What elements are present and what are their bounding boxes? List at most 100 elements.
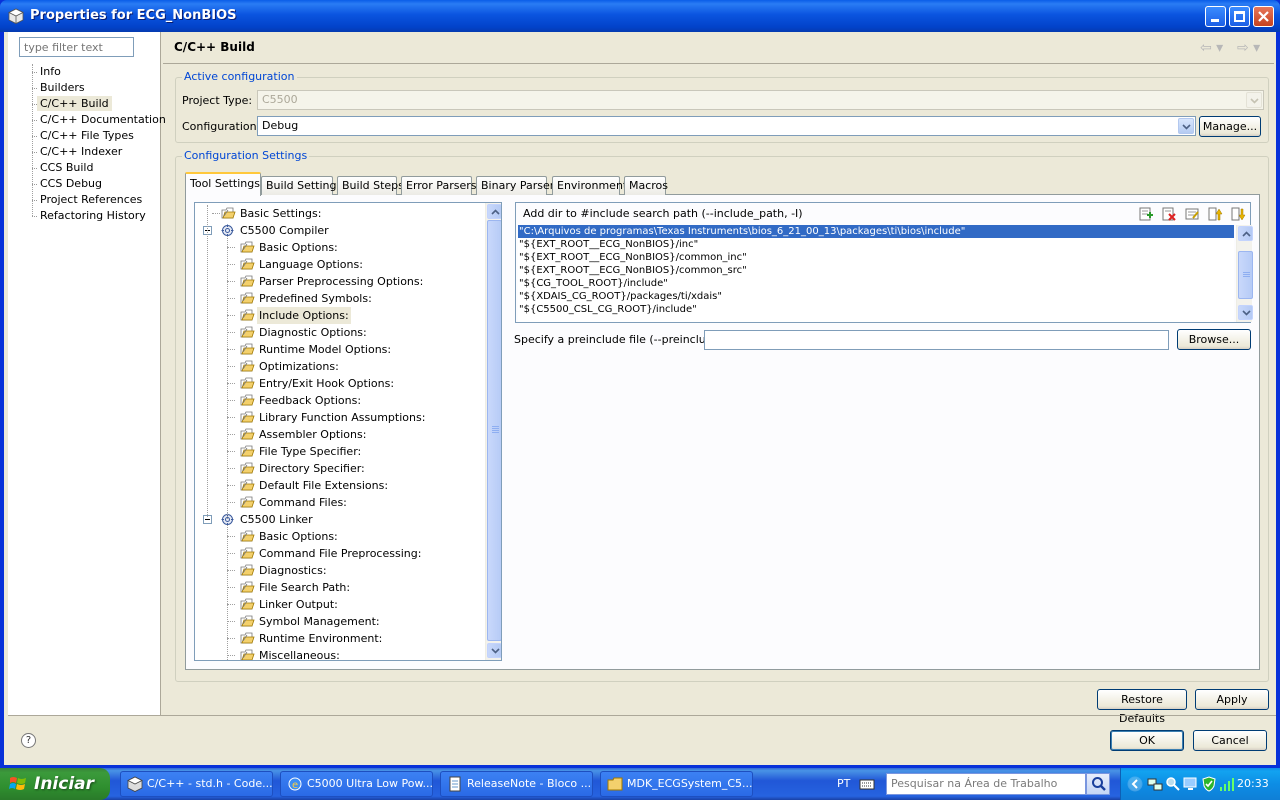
keyboard-icon[interactable] — [859, 777, 875, 791]
include-list-scrollbar[interactable] — [1236, 225, 1253, 322]
taskbar-button[interactable]: ReleaseNote - Bloco ... — [440, 771, 593, 797]
tree-item-linker-option[interactable]: Basic Options: — [195, 528, 483, 545]
tree-item-compiler-option[interactable]: Feedback Options: — [195, 392, 483, 409]
tree-item-compiler-option[interactable]: File Type Specifier: — [195, 443, 483, 460]
tree-connector — [212, 213, 220, 214]
tree-item-label: Basic Settings: — [240, 207, 322, 220]
taskbar-button[interactable]: e C5000 Ultra Low Pow... — [280, 771, 433, 797]
nav-item[interactable]: Project References — [37, 192, 145, 207]
tree-item-compiler-option[interactable]: Library Function Assumptions: — [195, 409, 483, 426]
include-path-item[interactable]: "${EXT_ROOT__ECG_NonBIOS}/common_inc" — [518, 251, 1234, 264]
tab-macros[interactable]: Macros — [624, 176, 668, 195]
browse-button[interactable]: Browse... — [1177, 329, 1251, 350]
restore-defaults-button[interactable]: Restore Defaults — [1097, 689, 1187, 725]
preinclude-input[interactable] — [704, 330, 1169, 350]
forward-arrow-icon[interactable]: ⇨ ▾ — [1237, 40, 1260, 56]
tree-item-compiler[interactable]: C5500 Compiler — [195, 222, 483, 239]
scroll-up-button[interactable] — [487, 204, 501, 219]
scroll-thumb[interactable] — [487, 220, 501, 641]
include-path-list[interactable]: "C:\Arquivos de programas\Texas Instrume… — [518, 225, 1234, 322]
move-up-icon[interactable] — [1207, 206, 1223, 222]
maximize-button[interactable] — [1229, 6, 1250, 27]
tree-item-compiler-option[interactable]: Command Files: — [195, 494, 483, 511]
nav-item[interactable]: C/C++ File Types — [37, 128, 137, 143]
nav-item[interactable]: CCS Debug — [37, 176, 105, 191]
nav-item[interactable]: Builders — [37, 80, 88, 95]
desktop-search-input[interactable]: Pesquisar na Área de Trabalho — [886, 773, 1086, 795]
manage-button[interactable]: Manage... — [1199, 116, 1261, 137]
tree-item-linker-option[interactable]: Diagnostics: — [195, 562, 483, 579]
language-indicator[interactable]: PT — [837, 777, 850, 790]
display-icon[interactable] — [1183, 776, 1199, 792]
tree-item-compiler-option[interactable]: Runtime Model Options: — [195, 341, 483, 358]
tree-item-linker[interactable]: C5500 Linker — [195, 511, 483, 528]
scroll-down-button[interactable] — [487, 643, 501, 658]
tab-binary-parser[interactable]: Binary Parser — [476, 176, 554, 195]
tab-tool-settings[interactable]: Tool Settings — [185, 172, 261, 196]
tree-item-linker-option[interactable]: File Search Path: — [195, 579, 483, 596]
tree-item-compiler-option[interactable]: Basic Options: — [195, 239, 483, 256]
signal-icon[interactable] — [1219, 776, 1235, 792]
tab-environment[interactable]: Environment — [552, 176, 627, 195]
search-button[interactable] — [1086, 773, 1110, 795]
include-path-item[interactable]: "${CG_TOOL_ROOT}/include" — [518, 277, 1234, 290]
taskbar-button[interactable]: MDK_ECGSystem_C5... — [600, 771, 753, 797]
tree-item-compiler-option[interactable]: Include Options: — [195, 307, 483, 324]
move-down-icon[interactable] — [1230, 206, 1246, 222]
configuration-combo[interactable]: Debug — [257, 116, 1196, 136]
tab-error-parsers[interactable]: Error Parsers — [401, 176, 476, 195]
include-path-item[interactable]: "${XDAIS_CG_ROOT}/packages/ti/xdais" — [518, 290, 1234, 303]
help-icon[interactable]: ? — [21, 733, 36, 748]
tree-item-compiler-option[interactable]: Predefined Symbols: — [195, 290, 483, 307]
tab-build-steps[interactable]: Build Steps — [337, 176, 404, 195]
nav-item[interactable]: C/C++ Documentation — [37, 112, 169, 127]
apply-button[interactable]: Apply — [1195, 689, 1269, 710]
scroll-down-button[interactable] — [1238, 305, 1253, 320]
tree-item-compiler-option[interactable]: Assembler Options: — [195, 426, 483, 443]
back-arrow-icon[interactable]: ⇦ ▾ — [1200, 40, 1223, 56]
tree-item-basic-settings[interactable]: Basic Settings: — [195, 205, 483, 222]
filter-input[interactable] — [19, 37, 134, 57]
nav-item[interactable]: Refactoring History — [37, 208, 149, 223]
nav-item[interactable]: Info — [37, 64, 64, 79]
search-tray-icon[interactable] — [1165, 776, 1181, 792]
title-bar[interactable]: Properties for ECG_NonBIOS — [0, 0, 1280, 32]
delete-icon[interactable] — [1161, 206, 1177, 222]
edit-icon[interactable] — [1184, 206, 1200, 222]
nav-item[interactable]: CCS Build — [37, 160, 96, 175]
taskbar-button[interactable]: C/C++ - std.h - Code... — [120, 771, 273, 797]
tree-item-linker-option[interactable]: Symbol Management: — [195, 613, 483, 630]
tree-item-linker-option[interactable]: Miscellaneous: — [195, 647, 483, 660]
tool-options-tree[interactable]: Basic Settings: C5500 Compiler Basic Optio… — [194, 202, 502, 661]
scroll-thumb[interactable] — [1238, 251, 1253, 299]
tree-item-linker-option[interactable]: Runtime Environment: — [195, 630, 483, 647]
scroll-up-button[interactable] — [1238, 226, 1253, 241]
tree-item-compiler-option[interactable]: Language Options: — [195, 256, 483, 273]
tree-item-compiler-option[interactable]: Directory Specifier: — [195, 460, 483, 477]
start-button[interactable]: Iniciar — [0, 768, 110, 800]
tree-item-compiler-option[interactable]: Optimizations: — [195, 358, 483, 375]
chevron-down-icon[interactable] — [1178, 118, 1194, 134]
chevron-left-icon[interactable] — [1127, 776, 1143, 792]
minimize-button[interactable] — [1205, 6, 1226, 27]
cancel-button[interactable]: Cancel — [1193, 730, 1267, 751]
tree-item-compiler-option[interactable]: Parser Preprocessing Options: — [195, 273, 483, 290]
include-path-item[interactable]: "C:\Arquivos de programas\Texas Instrume… — [518, 225, 1234, 238]
tree-item-linker-option[interactable]: Command File Preprocessing: — [195, 545, 483, 562]
include-path-item[interactable]: "${EXT_ROOT__ECG_NonBIOS}/inc" — [518, 238, 1234, 251]
network-icon[interactable] — [1147, 776, 1163, 792]
tree-item-compiler-option[interactable]: Diagnostic Options: — [195, 324, 483, 341]
tree-item-linker-option[interactable]: Linker Output: — [195, 596, 483, 613]
tree-scrollbar[interactable] — [485, 203, 501, 660]
tree-item-compiler-option[interactable]: Entry/Exit Hook Options: — [195, 375, 483, 392]
nav-item[interactable]: C/C++ Build — [37, 96, 112, 111]
include-path-item[interactable]: "${EXT_ROOT__ECG_NonBIOS}/common_src" — [518, 264, 1234, 277]
close-button[interactable] — [1253, 6, 1274, 27]
include-path-item[interactable]: "${C5500_CSL_CG_ROOT}/include" — [518, 303, 1234, 316]
tree-item-compiler-option[interactable]: Default File Extensions: — [195, 477, 483, 494]
add-icon[interactable] — [1138, 206, 1154, 222]
shield-icon[interactable] — [1201, 776, 1217, 792]
nav-item[interactable]: C/C++ Indexer — [37, 144, 125, 159]
ok-button[interactable]: OK — [1110, 730, 1184, 751]
tab-build-settings[interactable]: Build Settings — [261, 176, 342, 195]
